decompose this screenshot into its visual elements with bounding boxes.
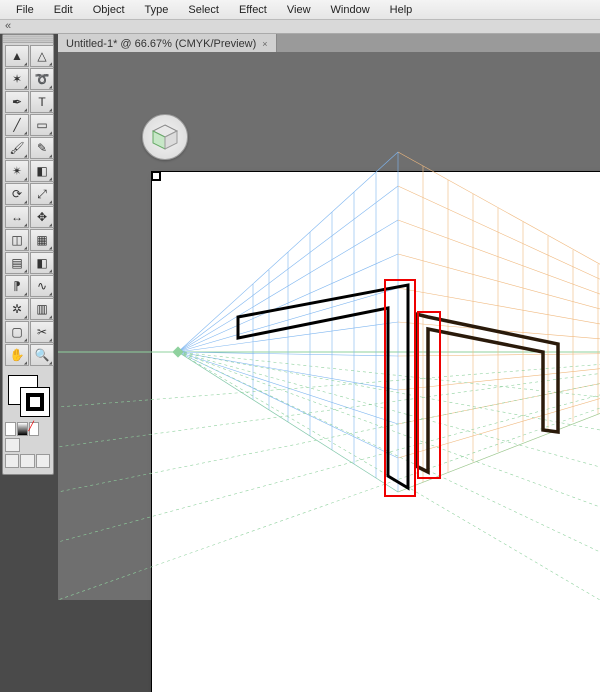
tool-blend[interactable]: ∿◢: [30, 275, 54, 297]
document-tab-label: Untitled-1* @ 66.67% (CMYK/Preview): [66, 38, 256, 50]
plane-switch-widget[interactable]: [142, 114, 188, 160]
stroke-swatch[interactable]: [20, 387, 50, 417]
tool-rotate[interactable]: ⟳◢: [5, 183, 29, 205]
paintbrush-icon: 🖌: [9, 142, 24, 154]
palette-grip[interactable]: [3, 35, 53, 43]
right-wall-shape: [416, 314, 558, 472]
tool-column-graph[interactable]: ▥◢: [30, 298, 54, 320]
tool-eraser[interactable]: ◧◢: [30, 160, 54, 182]
tool-zoom[interactable]: 🔍◢: [30, 344, 54, 366]
cube-icon: [150, 122, 180, 152]
perspective-grid-overlay: [58, 52, 600, 600]
tool-pencil[interactable]: ✎◢: [30, 137, 54, 159]
color-none[interactable]: ╱: [29, 422, 40, 436]
screen-mode-normal[interactable]: [5, 438, 20, 452]
tool-paintbrush[interactable]: 🖌◢: [5, 137, 29, 159]
menu-bar: FileEditObjectTypeSelectEffectViewWindow…: [0, 0, 600, 20]
color-gradient[interactable]: [17, 422, 28, 436]
type-icon: T: [38, 96, 45, 108]
blend-icon: ∿: [37, 280, 47, 292]
draw-inside[interactable]: [36, 454, 50, 468]
menu-effect[interactable]: Effect: [229, 2, 277, 18]
draw-mode-row: [3, 454, 53, 470]
tool-eyedropper[interactable]: ⁋◢: [5, 275, 29, 297]
mesh-icon: ▤: [11, 257, 22, 269]
color-spacer: [40, 422, 51, 436]
selection-icon: ▲: [11, 50, 23, 62]
magic-wand-icon: ✶: [12, 73, 22, 85]
left-plane-grid: [178, 152, 398, 492]
perspective-grid-icon: ▦: [36, 234, 47, 246]
tool-scale[interactable]: ⤢◢: [30, 183, 54, 205]
width-icon: ↔: [11, 211, 23, 223]
direct-selection-icon: △: [37, 50, 46, 62]
tool-rectangle[interactable]: ▭◢: [30, 114, 54, 136]
screen-mode-row: [3, 436, 53, 454]
column-graph-icon: ▥: [36, 303, 47, 315]
menu-type[interactable]: Type: [135, 2, 179, 18]
menu-file[interactable]: File: [6, 2, 44, 18]
menu-view[interactable]: View: [277, 2, 321, 18]
tool-symbol-sprayer[interactable]: ✲◢: [5, 298, 29, 320]
eyedropper-icon: ⁋: [13, 280, 21, 292]
tool-magic-wand[interactable]: ✶◢: [5, 68, 29, 90]
tool-line-segment[interactable]: ╱◢: [5, 114, 29, 136]
floor-plane-grid: [58, 352, 600, 600]
tool-blob-brush[interactable]: ✴◢: [5, 160, 29, 182]
rectangle-icon: ▭: [36, 119, 47, 131]
tool-gradient[interactable]: ◧◢: [30, 252, 54, 274]
document-tab-bar: Untitled-1* @ 66.67% (CMYK/Preview) ×: [58, 34, 600, 52]
draw-behind[interactable]: [20, 454, 34, 468]
menu-help[interactable]: Help: [380, 2, 423, 18]
lasso-icon: ➰: [35, 73, 50, 85]
tool-free-transform[interactable]: ✥◢: [30, 206, 54, 228]
tool-width[interactable]: ↔◢: [5, 206, 29, 228]
tool-slice[interactable]: ✂◢: [30, 321, 54, 343]
hand-icon: ✋: [10, 349, 25, 361]
rotate-icon: ⟳: [12, 188, 22, 200]
left-wall-shape: [238, 285, 408, 488]
menu-edit[interactable]: Edit: [44, 2, 83, 18]
free-transform-icon: ✥: [37, 211, 47, 223]
tool-artboard[interactable]: ▢◢: [5, 321, 29, 343]
slice-icon: ✂: [37, 326, 47, 338]
shape-builder-icon: ◫: [11, 234, 22, 246]
tool-lasso[interactable]: ➰◢: [30, 68, 54, 90]
document-tab[interactable]: Untitled-1* @ 66.67% (CMYK/Preview) ×: [58, 34, 277, 52]
tool-type[interactable]: T◢: [30, 91, 54, 113]
artboard-icon: ▢: [11, 326, 22, 338]
canvas-area: [58, 52, 600, 600]
pen-icon: ✒: [12, 96, 22, 108]
draw-normal[interactable]: [5, 454, 19, 468]
line-segment-icon: ╱: [13, 119, 20, 131]
tool-pen[interactable]: ✒◢: [5, 91, 29, 113]
collapse-icon[interactable]: «: [2, 20, 14, 32]
eraser-icon: ◧: [36, 165, 47, 177]
zoom-icon: 🔍: [35, 349, 50, 361]
menu-object[interactable]: Object: [83, 2, 135, 18]
color-swatches[interactable]: [5, 372, 53, 420]
blob-brush-icon: ✴: [12, 165, 22, 177]
tool-perspective-grid[interactable]: ▦◢: [30, 229, 54, 251]
color-solid[interactable]: [5, 422, 16, 436]
control-bar: «: [0, 20, 600, 34]
tool-palette: ▲◢△◢✶◢➰◢✒◢T◢╱◢▭◢🖌◢✎◢✴◢◧◢⟳◢⤢◢↔◢✥◢◫◢▦◢▤◢◧◢…: [2, 34, 54, 475]
tool-direct-selection[interactable]: △◢: [30, 45, 54, 67]
menu-select[interactable]: Select: [178, 2, 229, 18]
pencil-icon: ✎: [37, 142, 47, 154]
symbol-sprayer-icon: ✲: [12, 303, 22, 315]
tool-mesh[interactable]: ▤◢: [5, 252, 29, 274]
gradient-icon: ◧: [36, 257, 47, 269]
tool-selection[interactable]: ▲◢: [5, 45, 29, 67]
tool-hand[interactable]: ✋◢: [5, 344, 29, 366]
close-icon[interactable]: ×: [260, 39, 269, 49]
color-mode-row: ╱: [3, 422, 53, 436]
tool-shape-builder[interactable]: ◫◢: [5, 229, 29, 251]
menu-window[interactable]: Window: [321, 2, 380, 18]
scale-icon: ⤢: [37, 188, 47, 200]
